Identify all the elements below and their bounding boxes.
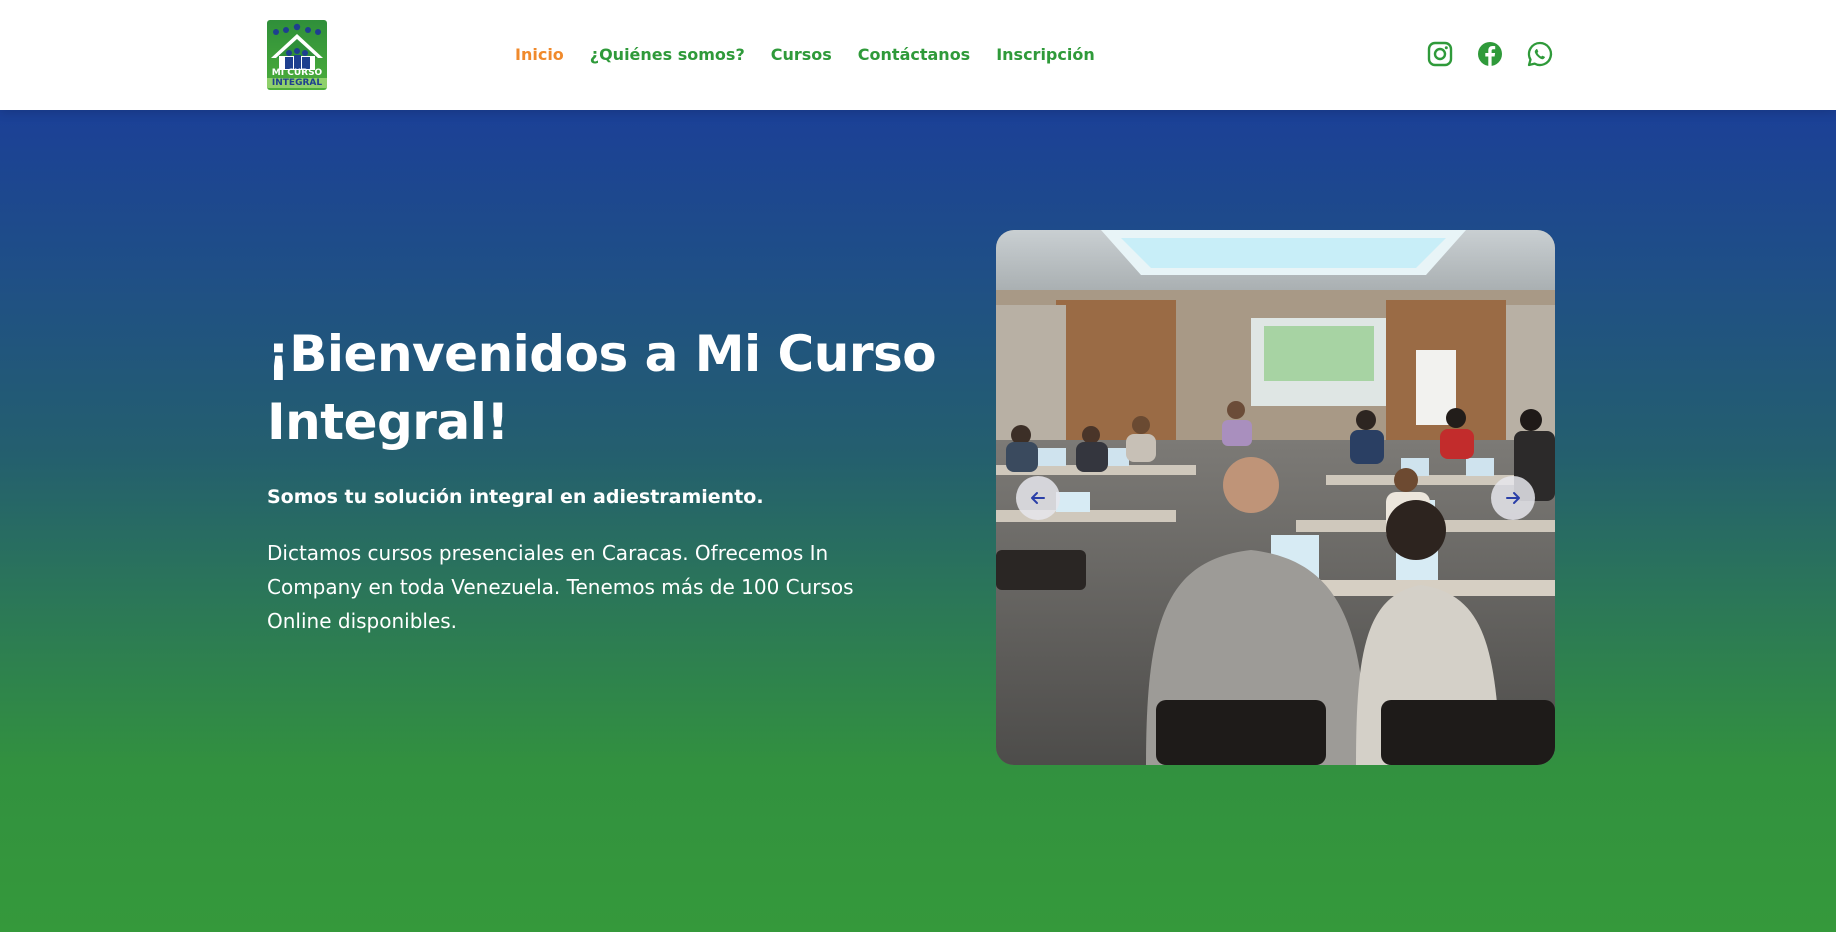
hero-subtitle: Somos tu solución integral en adiestrami…	[267, 486, 764, 508]
logo-line-1: MI CURSO	[271, 68, 323, 78]
logo-text: MI CURSO INTEGRAL	[267, 68, 327, 88]
main-nav: Inicio ¿Quiénes somos? Cursos Contáctano…	[515, 44, 1121, 66]
brand-logo[interactable]: MI CURSO INTEGRAL	[267, 20, 327, 90]
logo-line-2: INTEGRAL	[267, 78, 327, 88]
facebook-icon[interactable]	[1476, 40, 1504, 68]
hero-title: ¡Bienvenidos a Mi Curso Integral!	[267, 325, 937, 451]
arrow-right-icon	[1506, 492, 1520, 504]
nav-item-cursos[interactable]: Cursos	[771, 44, 832, 66]
instagram-icon[interactable]	[1426, 40, 1454, 68]
whatsapp-icon[interactable]	[1526, 40, 1554, 68]
classroom-photo	[996, 230, 1555, 765]
arrow-left-icon	[1031, 492, 1045, 504]
nav-item-quienes-somos[interactable]: ¿Quiénes somos?	[590, 44, 745, 66]
nav-item-contactanos[interactable]: Contáctanos	[858, 44, 970, 66]
hero-description: Dictamos cursos presenciales en Caracas.…	[267, 541, 854, 633]
carousel-next-button[interactable]	[1491, 476, 1535, 520]
image-carousel[interactable]	[996, 230, 1555, 765]
nav-item-inscripcion[interactable]: Inscripción	[996, 44, 1095, 66]
site-header: MI CURSO INTEGRAL Inicio ¿Quiénes somos?…	[0, 0, 1836, 110]
hero-section: ¡Bienvenidos a Mi Curso Integral! Somos …	[0, 110, 1836, 932]
carousel-prev-button[interactable]	[1016, 476, 1060, 520]
nav-item-inicio[interactable]: Inicio	[515, 44, 564, 66]
